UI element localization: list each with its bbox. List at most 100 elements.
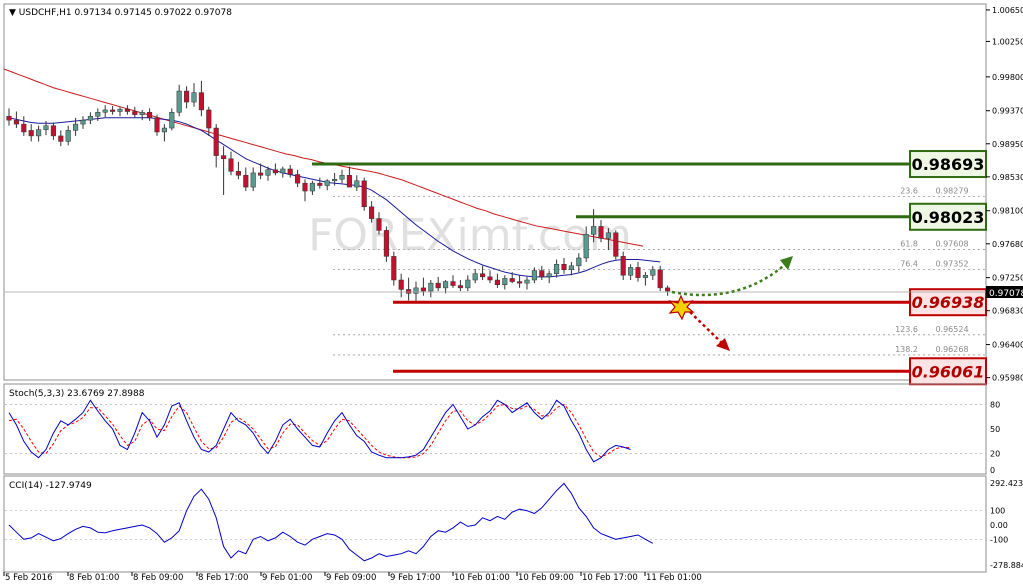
candle-body [494, 279, 500, 285]
candle-body [620, 256, 626, 276]
price-axis-label: 0.99370 [992, 107, 1023, 116]
candle-body [21, 123, 27, 133]
candle-body [287, 168, 293, 175]
candle-body [65, 130, 71, 142]
candle-body [265, 169, 271, 176]
price-axis-label: 0.95980 [992, 374, 1023, 383]
price-axis-label: 0.99800 [992, 73, 1023, 82]
candle-body [87, 115, 93, 121]
candle-body [317, 182, 323, 186]
time-axis-label: 9 Feb 09:00 [326, 573, 376, 583]
candle-body [450, 281, 456, 286]
time-axis-label: 8 Feb 01:00 [69, 573, 119, 583]
candle-body [561, 264, 567, 271]
price-axis-label: 1.00650 [992, 6, 1023, 15]
candle-body [568, 265, 574, 271]
support-price-label: 0.96061 [912, 362, 985, 381]
candle-body [58, 135, 64, 142]
price-axis-label: 0.97680 [992, 240, 1023, 249]
fibonacci-ratio-label: 61.8 [900, 239, 918, 248]
candle-body [332, 178, 338, 182]
candle-body [124, 108, 130, 112]
candle-body [346, 175, 352, 188]
time-axis-label: 9 Feb 01:00 [262, 573, 312, 583]
price-axis-label: 1.00250 [992, 37, 1023, 46]
candle-body [243, 175, 249, 188]
candle-body [95, 112, 101, 117]
stochastic-axis-label: 50 [990, 425, 1000, 434]
candle-body [110, 109, 116, 112]
candle-body [28, 130, 34, 137]
candle-body [324, 180, 330, 186]
candle-body [406, 289, 412, 294]
candle-body [139, 112, 145, 115]
candle-body [117, 108, 123, 112]
candle-body [420, 287, 426, 292]
chart-canvas: 23.6 0.98279 61.8 0.97608 76.4 0.97352 123.6 0.… [0, 0, 1023, 586]
candle-body [642, 275, 648, 278]
candle-body [628, 267, 634, 276]
candle-body [598, 226, 604, 239]
candle-body [376, 218, 382, 231]
candle-body [657, 269, 663, 289]
cci-axis-label: 100 [990, 507, 1005, 516]
candle-body [13, 119, 19, 125]
candle-body [635, 267, 641, 278]
candle-body [531, 270, 537, 281]
candle-body [665, 287, 671, 292]
support-price-label: 0.96938 [912, 293, 985, 312]
resistance-price-label: 0.98023 [912, 208, 985, 227]
candle-body [465, 279, 471, 289]
fibonacci-price-label: 0.96524 [935, 325, 968, 334]
candle-body [161, 127, 167, 133]
candle-body [50, 125, 56, 137]
candle-body [524, 279, 530, 284]
fibonacci-price-label: 0.96268 [935, 345, 968, 354]
candle-body [235, 171, 241, 176]
time-axis-label: 5 Feb 2016 [5, 573, 53, 583]
stochastic-axis-label: 20 [990, 450, 1000, 459]
stochastic-axis-label: 80 [990, 400, 1000, 409]
candle-body [250, 172, 256, 188]
resistance-price-label: 0.98693 [912, 155, 985, 174]
candle-body [443, 281, 449, 289]
candle-body [391, 256, 397, 281]
price-axis-label: 0.98950 [992, 140, 1023, 149]
candle-body [154, 117, 160, 133]
candle-body [213, 127, 219, 156]
header-arrow-icon: ▼ [9, 8, 19, 18]
candle-body [102, 109, 108, 113]
candle-body [369, 206, 375, 219]
candle-body [435, 282, 441, 289]
candle-body [354, 180, 360, 188]
candle-body [228, 158, 234, 172]
fibonacci-ratio-label: 123.6 [895, 325, 918, 334]
candle-body [147, 112, 153, 119]
candle-body [472, 273, 478, 281]
candle-body [576, 257, 582, 267]
candle-body [591, 226, 597, 235]
candle-body [487, 276, 493, 281]
candle-body [43, 125, 49, 130]
time-axis-label: 10 Feb 01:00 [454, 573, 510, 583]
time-axis-label: 11 Feb 01:00 [646, 573, 702, 583]
cci-title: CCI(14) -127.9749 [9, 481, 92, 491]
candle-body [73, 123, 79, 131]
candle-body [221, 155, 227, 159]
candle-body [309, 182, 315, 192]
candle-body [272, 169, 278, 174]
chart-header: ▼ USDCHF,H1 0.97134 0.97145 0.97022 0.97… [9, 8, 232, 18]
candle-body [517, 281, 523, 284]
fibonacci-ratio-label: 138.2 [895, 345, 918, 354]
candle-body [36, 129, 42, 137]
candle-body [280, 168, 286, 174]
fibonacci-ratio-label: 76.4 [900, 260, 918, 269]
candle-body [539, 270, 545, 278]
candle-body [339, 175, 345, 180]
time-axis: 5 Feb 2016 8 Feb 01:00 8 Feb 09:00 8 Feb 17… [3, 572, 702, 583]
time-axis-label: 8 Feb 09:00 [133, 573, 183, 583]
candle-body [413, 287, 419, 294]
candle-body [509, 278, 515, 282]
candle-body [650, 269, 656, 276]
candle-body [383, 230, 389, 257]
